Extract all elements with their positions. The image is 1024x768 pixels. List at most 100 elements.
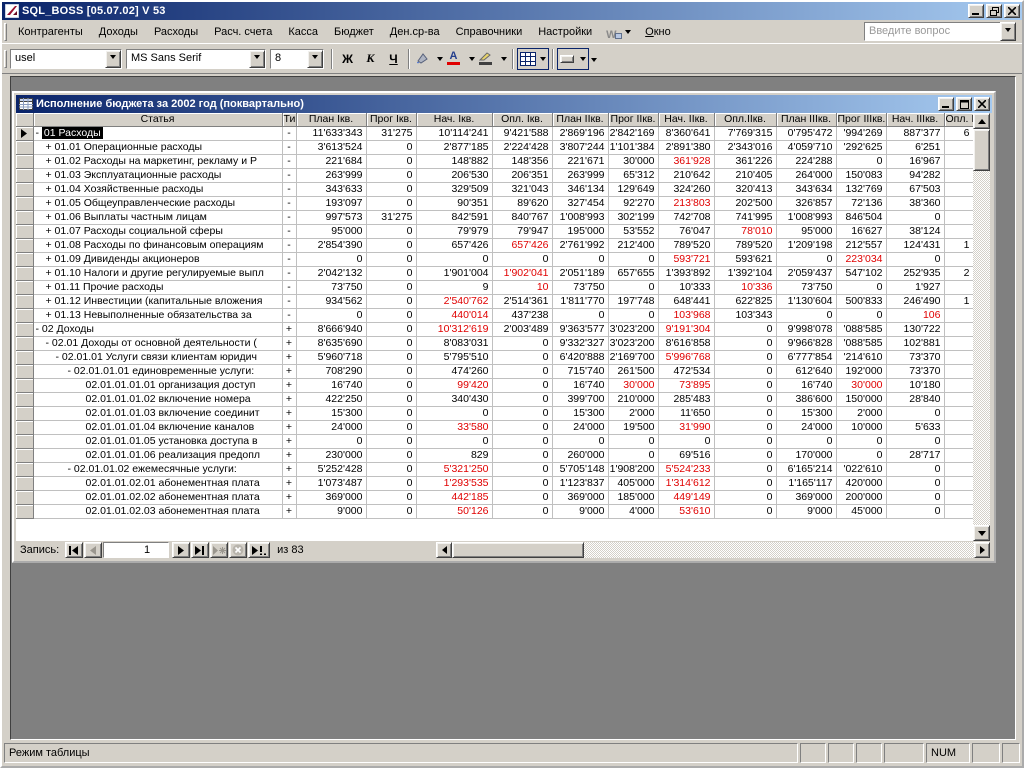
value-cell[interactable]: 150'000: [836, 392, 886, 406]
column-header-9[interactable]: Опл.IIкв.: [714, 113, 776, 126]
type-cell[interactable]: +: [282, 350, 296, 364]
type-cell[interactable]: -: [282, 280, 296, 294]
value-cell[interactable]: 440'014: [416, 308, 492, 322]
value-cell[interactable]: 0: [886, 406, 944, 420]
value-cell[interactable]: 547'102: [836, 266, 886, 280]
value-cell[interactable]: 842'591: [416, 210, 492, 224]
value-cell[interactable]: 285'483: [658, 392, 714, 406]
article-cell[interactable]: - 02.01 Доходы от основной деятельности …: [33, 336, 282, 350]
value-cell[interactable]: 45'000: [836, 504, 886, 518]
font-color-button[interactable]: A: [445, 48, 477, 70]
value-cell[interactable]: 0: [366, 420, 416, 434]
value-cell[interactable]: 5'795'510: [416, 350, 492, 364]
value-cell[interactable]: 31'275: [366, 126, 416, 140]
value-cell[interactable]: [944, 224, 973, 238]
value-cell[interactable]: 2'003'489: [492, 322, 552, 336]
value-cell[interactable]: 0: [714, 434, 776, 448]
record-selector[interactable]: [16, 392, 33, 406]
value-cell[interactable]: 500'833: [836, 294, 886, 308]
italic-button[interactable]: К: [359, 48, 382, 70]
value-cell[interactable]: 0: [366, 392, 416, 406]
value-cell[interactable]: 648'441: [658, 294, 714, 308]
value-cell[interactable]: 2'224'428: [492, 140, 552, 154]
value-cell[interactable]: '214'610: [836, 350, 886, 364]
column-header-7[interactable]: Прог IIкв.: [608, 113, 658, 126]
value-cell[interactable]: 657'426: [416, 238, 492, 252]
value-cell[interactable]: 223'034: [836, 252, 886, 266]
value-cell[interactable]: 132'769: [836, 182, 886, 196]
new-record-button[interactable]: [210, 542, 228, 558]
type-cell[interactable]: +: [282, 448, 296, 462]
font-size-dropdown[interactable]: [307, 50, 323, 68]
value-cell[interactable]: 0: [296, 434, 366, 448]
value-cell[interactable]: 593'721: [658, 252, 714, 266]
value-cell[interactable]: 69'516: [658, 448, 714, 462]
value-cell[interactable]: 0: [608, 448, 658, 462]
value-cell[interactable]: 9'000: [552, 504, 608, 518]
record-selector[interactable]: [16, 378, 33, 392]
value-cell[interactable]: 399'700: [552, 392, 608, 406]
type-cell[interactable]: +: [282, 434, 296, 448]
value-cell[interactable]: 50'126: [416, 504, 492, 518]
value-cell[interactable]: 934'562: [296, 294, 366, 308]
value-cell[interactable]: 230'000: [296, 448, 366, 462]
value-cell[interactable]: 1'901'004: [416, 266, 492, 280]
article-cell[interactable]: 02.01.01.01.01 организация доступ: [33, 378, 282, 392]
value-cell[interactable]: 5'321'250: [416, 462, 492, 476]
ask-question-dropdown[interactable]: [1000, 22, 1016, 41]
value-cell[interactable]: 2'891'380: [658, 140, 714, 154]
value-cell[interactable]: 38'360: [886, 196, 944, 210]
value-cell[interactable]: 90'351: [416, 196, 492, 210]
value-cell[interactable]: 9'000: [776, 504, 836, 518]
value-cell[interactable]: 0: [366, 406, 416, 420]
value-cell[interactable]: 0: [366, 490, 416, 504]
type-cell[interactable]: -: [282, 168, 296, 182]
value-cell[interactable]: 206'351: [492, 168, 552, 182]
value-cell[interactable]: 103'343: [714, 308, 776, 322]
article-cell[interactable]: + 01.03 Эксплуатационные расходы: [33, 168, 282, 182]
value-cell[interactable]: [944, 168, 973, 182]
value-cell[interactable]: 2'343'016: [714, 140, 776, 154]
value-cell[interactable]: 264'000: [776, 168, 836, 182]
value-cell[interactable]: 0: [492, 448, 552, 462]
value-cell[interactable]: 261'500: [608, 364, 658, 378]
value-cell[interactable]: 15'300: [552, 406, 608, 420]
record-selector[interactable]: [16, 238, 33, 252]
value-cell[interactable]: 76'047: [658, 224, 714, 238]
value-cell[interactable]: 1'811'770: [552, 294, 608, 308]
value-cell[interactable]: 9'000: [296, 504, 366, 518]
value-cell[interactable]: 0: [714, 378, 776, 392]
type-cell[interactable]: +: [282, 364, 296, 378]
value-cell[interactable]: 1'008'993: [552, 210, 608, 224]
type-cell[interactable]: -: [282, 140, 296, 154]
value-cell[interactable]: 0: [608, 280, 658, 294]
value-cell[interactable]: 148'882: [416, 154, 492, 168]
value-cell[interactable]: 2'514'361: [492, 294, 552, 308]
value-cell[interactable]: 1'123'837: [552, 476, 608, 490]
value-cell[interactable]: 260'000: [552, 448, 608, 462]
child-minimize-button[interactable]: [938, 97, 954, 111]
value-cell[interactable]: 10'000: [836, 420, 886, 434]
type-cell[interactable]: -: [282, 210, 296, 224]
value-cell[interactable]: 9'966'828: [776, 336, 836, 350]
value-cell[interactable]: 38'124: [886, 224, 944, 238]
value-cell[interactable]: 0: [492, 406, 552, 420]
value-cell[interactable]: [944, 364, 973, 378]
type-cell[interactable]: -: [282, 224, 296, 238]
value-cell[interactable]: 195'000: [552, 224, 608, 238]
ask-question-combo[interactable]: Введите вопрос: [864, 22, 1016, 41]
style-combo-dropdown[interactable]: [105, 50, 121, 68]
record-selector[interactable]: [16, 196, 33, 210]
value-cell[interactable]: 0: [886, 210, 944, 224]
value-cell[interactable]: 2'000: [608, 406, 658, 420]
type-cell[interactable]: -: [282, 308, 296, 322]
value-cell[interactable]: 53'552: [608, 224, 658, 238]
value-cell[interactable]: 73'750: [552, 280, 608, 294]
value-cell[interactable]: 2'761'992: [552, 238, 608, 252]
value-cell[interactable]: 422'250: [296, 392, 366, 406]
value-cell[interactable]: 5'252'428: [296, 462, 366, 476]
value-cell[interactable]: 320'413: [714, 182, 776, 196]
article-cell[interactable]: 02.01.01.02.02 абонементная плата: [33, 490, 282, 504]
value-cell[interactable]: 0: [366, 434, 416, 448]
value-cell[interactable]: 8'360'641: [658, 126, 714, 140]
